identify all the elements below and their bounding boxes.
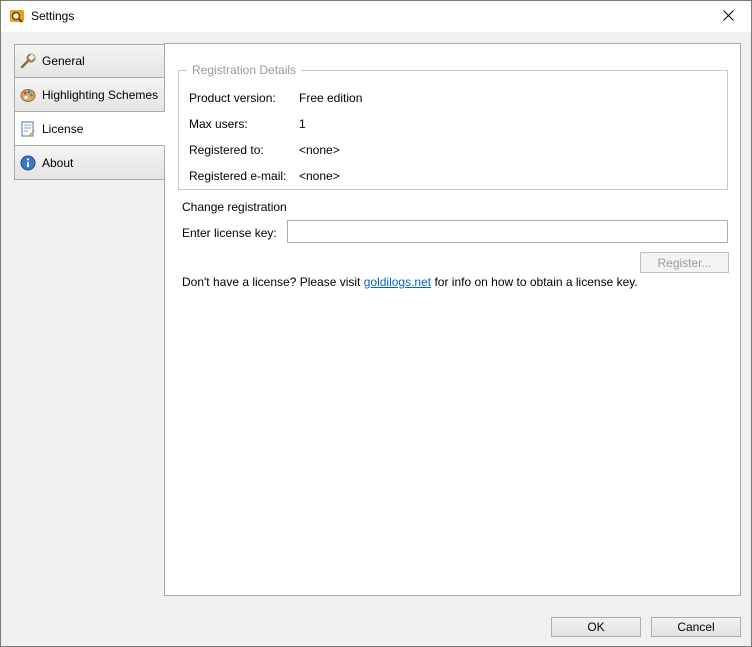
row-value: 1 bbox=[299, 117, 306, 131]
row-value: <none> bbox=[299, 169, 340, 183]
license-icon bbox=[20, 121, 36, 137]
goldilogs-link[interactable]: goldilogs.net bbox=[364, 275, 431, 289]
app-logo-icon bbox=[9, 8, 25, 24]
tab-general[interactable]: General bbox=[14, 44, 165, 78]
close-button[interactable] bbox=[705, 1, 751, 32]
license-key-label: Enter license key: bbox=[182, 226, 277, 240]
row-value: Free edition bbox=[299, 91, 363, 105]
row-label: Product version: bbox=[189, 91, 276, 105]
note-prefix: Don't have a license? Please visit bbox=[182, 275, 364, 289]
row-label: Max users: bbox=[189, 117, 248, 131]
settings-tabs: General Highlighting Schemes License Abo… bbox=[14, 44, 165, 180]
change-registration-heading: Change registration bbox=[182, 200, 287, 214]
close-icon bbox=[722, 9, 734, 24]
tab-about[interactable]: About bbox=[14, 146, 165, 180]
row-value: <none> bbox=[299, 143, 340, 157]
settings-window: Settings General Highlighting Schemes Li… bbox=[0, 0, 752, 647]
registration-details-group: Registration Details Product version: Fr… bbox=[178, 63, 728, 190]
palette-icon bbox=[20, 87, 36, 103]
window-title: Settings bbox=[31, 9, 75, 23]
tab-label: About bbox=[42, 155, 74, 170]
license-key-input[interactable] bbox=[287, 220, 728, 243]
license-panel: Registration Details Product version: Fr… bbox=[164, 43, 741, 596]
cancel-button[interactable]: Cancel bbox=[651, 617, 741, 637]
tab-label: Highlighting Schemes bbox=[42, 87, 159, 102]
tab-label: General bbox=[42, 54, 85, 68]
row-label: Registered e-mail: bbox=[189, 169, 287, 183]
info-icon bbox=[20, 155, 36, 171]
title-bar: Settings bbox=[1, 1, 751, 32]
register-button[interactable]: Register... bbox=[640, 252, 729, 273]
row-label: Registered to: bbox=[189, 143, 264, 157]
tab-highlighting-schemes[interactable]: Highlighting Schemes bbox=[14, 78, 165, 112]
note-suffix: for info on how to obtain a license key. bbox=[431, 275, 638, 289]
wrench-icon bbox=[20, 53, 36, 69]
license-note: Don't have a license? Please visit goldi… bbox=[182, 275, 638, 289]
tab-label: License bbox=[42, 121, 84, 136]
ok-button[interactable]: OK bbox=[551, 617, 641, 637]
group-legend: Registration Details bbox=[187, 63, 302, 77]
tab-license[interactable]: License bbox=[14, 112, 165, 146]
